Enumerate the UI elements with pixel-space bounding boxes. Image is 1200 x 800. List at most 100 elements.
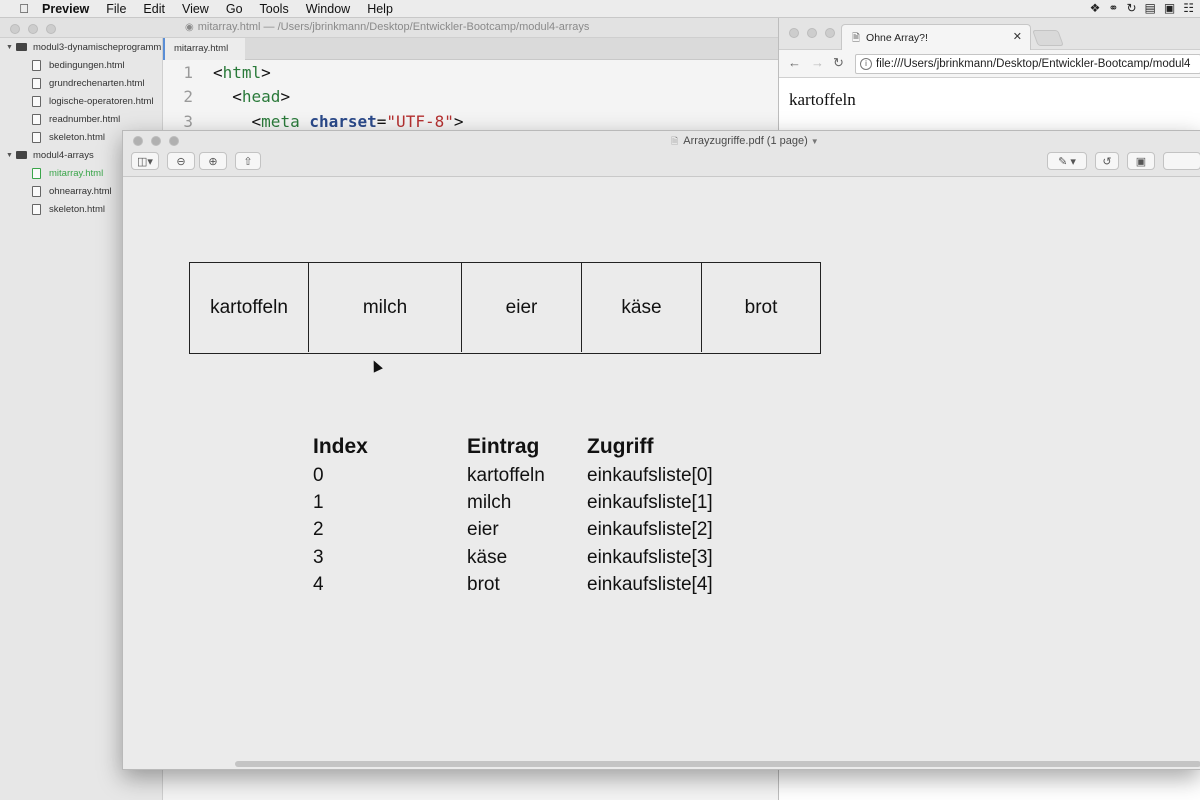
- zoom-window-icon[interactable]: [825, 28, 835, 38]
- file-icon: [32, 185, 41, 197]
- back-arrow-icon[interactable]: ←: [788, 55, 801, 70]
- array-cells: kartoffeln milch eier käse brot: [189, 262, 821, 354]
- address-bar[interactable]: i file:///Users/jbrinkmann/Desktop/Entwi…: [855, 54, 1200, 74]
- wifi-icon[interactable]: ☷: [1183, 1, 1194, 15]
- folder-modul3[interactable]: ▼ modul3-dynamischeprogramm: [0, 38, 162, 56]
- file-item[interactable]: logische-operatoren.html: [0, 92, 162, 110]
- code-tag: head: [241, 87, 281, 107]
- toolbox-button[interactable]: ▣: [1127, 152, 1155, 170]
- close-window-icon[interactable]: [10, 24, 20, 34]
- minimize-window-icon[interactable]: [28, 24, 38, 34]
- cell-zugriff: einkaufsliste[3]: [587, 546, 713, 568]
- chevron-down-icon[interactable]: ▼: [811, 137, 819, 146]
- reload-icon[interactable]: ↻: [833, 55, 844, 71]
- preview-traffic-lights: [133, 136, 179, 146]
- chevron-down-icon[interactable]: ▼: [6, 152, 16, 159]
- cell-zugriff: einkaufsliste[2]: [587, 519, 713, 541]
- monitor-icon[interactable]: ▣: [1164, 1, 1175, 15]
- cell-index: 2: [313, 519, 324, 541]
- table-row: 3 käse einkaufsliste[3]: [313, 544, 787, 571]
- sync-icon[interactable]: ↻: [1126, 1, 1136, 15]
- cell-eintrag: eier: [467, 519, 499, 541]
- share-button[interactable]: ⇧: [235, 152, 261, 170]
- markup-button[interactable]: ✎ ▾: [1047, 152, 1087, 170]
- code-bracket: >: [261, 62, 271, 82]
- tab-mitarray[interactable]: mitarray.html: [163, 38, 245, 60]
- preview-window-title: 🗎 Arrayzugriffe.pdf (1 page) ▼: [671, 135, 819, 147]
- table-header-row: Index Eintrag Zugriff: [313, 432, 787, 462]
- zoom-window-icon[interactable]: [169, 136, 179, 146]
- line-number: 1: [183, 62, 193, 82]
- sidebar-toggle-button[interactable]: ◫▾: [131, 152, 159, 170]
- search-field[interactable]: [1163, 152, 1200, 170]
- sidebar-icon: ◫▾: [137, 155, 153, 168]
- minimize-window-icon[interactable]: [807, 28, 817, 38]
- table-row: 1 milch einkaufsliste[1]: [313, 489, 787, 516]
- folder-icon: [16, 151, 27, 159]
- file-item[interactable]: bedingungen.html: [0, 56, 162, 74]
- menu-help[interactable]: Help: [367, 2, 393, 16]
- menu-tools[interactable]: Tools: [260, 2, 289, 16]
- menu-file[interactable]: File: [106, 2, 126, 16]
- creative-cloud-icon[interactable]: ⚭: [1108, 1, 1118, 15]
- minimize-window-icon[interactable]: [151, 136, 161, 146]
- menu-window[interactable]: Window: [306, 2, 350, 16]
- menu-edit[interactable]: Edit: [143, 2, 165, 16]
- new-tab-button[interactable]: [1032, 30, 1064, 46]
- zoom-in-button[interactable]: ⊕: [199, 152, 227, 170]
- file-icon: [32, 59, 41, 71]
- screen-icon[interactable]: ▤: [1145, 1, 1156, 15]
- preview-titlebar: 🗎 Arrayzugriffe.pdf (1 page) ▼ ◫▾ ⊖ ⊕ ⇧ ✎ …: [123, 131, 1200, 177]
- document-icon: ◉: [185, 22, 194, 33]
- code-line: 2 < head >: [163, 85, 778, 110]
- cell-eintrag: kartoffeln: [467, 464, 545, 486]
- array-cell: eier: [462, 263, 582, 352]
- browser-tab-strip: 🗎 Ohne Array?! ✕: [779, 18, 1200, 50]
- array-cell: brot: [744, 296, 778, 318]
- pdf-page: kartoffeln milch eier käse brot Index Ei…: [123, 177, 1200, 761]
- preview-window: 🗎 Arrayzugriffe.pdf (1 page) ▼ ◫▾ ⊖ ⊕ ⇧ ✎ …: [122, 130, 1200, 770]
- close-window-icon[interactable]: [133, 136, 143, 146]
- header-eintrag: Eintrag: [467, 435, 540, 458]
- cell-index: 3: [313, 546, 324, 568]
- zoom-out-icon: ⊖: [176, 155, 186, 168]
- file-item[interactable]: readnumber.html: [0, 110, 162, 128]
- file-icon: [32, 131, 41, 143]
- table-row: 2 eier einkaufsliste[2]: [313, 517, 787, 544]
- editor-traffic-lights: [10, 24, 56, 34]
- editor-window-title: ◉ mitarray.html — /Users/jbrinkmann/Deskt…: [185, 21, 590, 33]
- browser-traffic-lights: [789, 28, 835, 38]
- horizontal-scrollbar[interactable]: [235, 761, 1200, 767]
- rotate-button[interactable]: ↺: [1095, 152, 1119, 170]
- close-tab-icon[interactable]: ✕: [1013, 30, 1022, 43]
- code-bracket: <: [213, 62, 223, 82]
- cell-index: 4: [313, 573, 324, 595]
- forward-arrow-icon[interactable]: →: [811, 55, 824, 70]
- pdf-icon: 🗎: [671, 136, 679, 146]
- info-icon[interactable]: i: [860, 58, 872, 70]
- chevron-down-icon[interactable]: ▼: [6, 44, 16, 51]
- toolbox-icon: ▣: [1135, 155, 1147, 168]
- line-number: 2: [183, 87, 193, 107]
- code-bracket: >: [280, 87, 291, 107]
- zoom-out-button[interactable]: ⊖: [167, 152, 195, 170]
- apple-menu-icon[interactable]: : [16, 1, 32, 16]
- menu-view[interactable]: View: [182, 2, 209, 16]
- editor-tab-bar: mitarray.html: [163, 38, 778, 60]
- browser-toolbar: ← → ↻ i file:///Users/jbrinkmann/Desktop…: [779, 50, 1200, 78]
- file-icon: [32, 95, 41, 107]
- menu-app-preview[interactable]: Preview: [42, 2, 89, 16]
- close-window-icon[interactable]: [789, 28, 799, 38]
- zoom-window-icon[interactable]: [46, 24, 56, 34]
- dropbox-icon[interactable]: ❖: [1090, 1, 1101, 15]
- browser-tab[interactable]: 🗎 Ohne Array?! ✕: [841, 24, 1031, 50]
- share-icon: ⇧: [243, 155, 253, 168]
- menu-go[interactable]: Go: [226, 2, 243, 16]
- code-attribute: charset: [309, 111, 377, 131]
- code-line: 1 < html >: [163, 60, 778, 85]
- editor-titlebar: ◉ mitarray.html — /Users/jbrinkmann/Deskt…: [0, 18, 778, 38]
- file-item[interactable]: grundrechenarten.html: [0, 74, 162, 92]
